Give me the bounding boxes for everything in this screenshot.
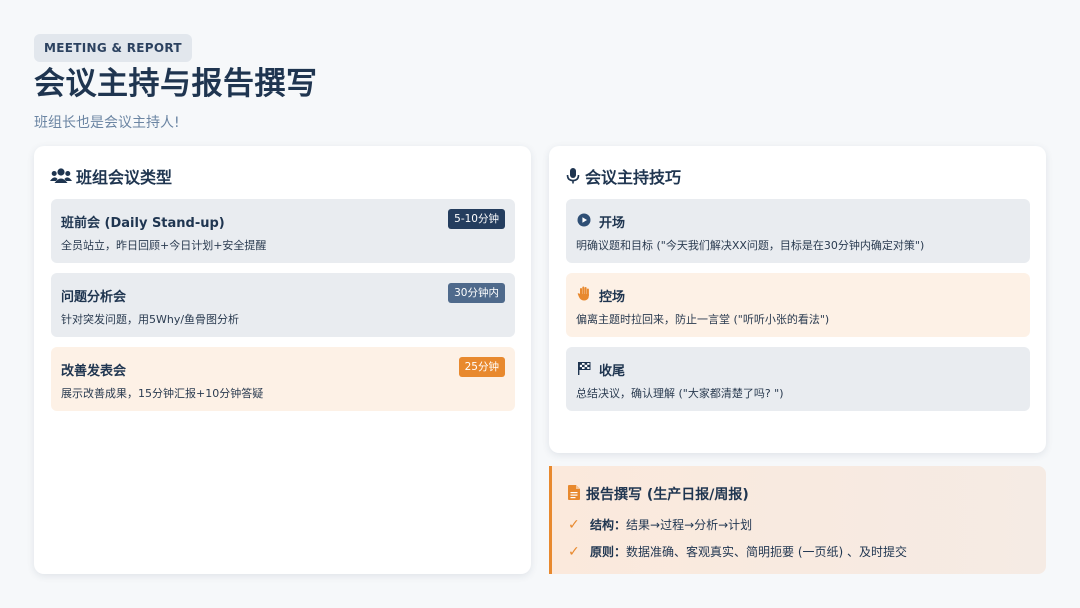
meeting-types-card: 班组会议类型 班前会 (Daily Stand-up) 全员站立，昨日回顾+今日… xyxy=(34,146,531,574)
microphone-icon xyxy=(565,167,581,185)
hosting-skills-card: 会议主持技巧 开场 明确议题和目标 ("今天我们解决XX问题，目标是在30分钟内… xyxy=(549,146,1046,453)
meeting-type-title: 班前会 (Daily Stand-up) xyxy=(61,216,225,231)
skill-title: 控场 xyxy=(577,286,625,305)
skill-desc: 总结决议，确认理解 ("大家都清楚了吗? ") xyxy=(576,387,784,400)
skill-title-text: 控场 xyxy=(599,290,626,305)
skill-desc: 偏离主题时拉回来，防止一言堂 ("听听小张的看法") xyxy=(576,313,830,326)
hosting-skills-heading-text: 会议主持技巧 xyxy=(585,168,682,187)
meeting-type-title: 改善发表会 xyxy=(61,364,127,379)
page-title: 会议主持与报告撰写 xyxy=(34,66,318,102)
skill-title-text: 开场 xyxy=(599,216,626,231)
play-circle-icon xyxy=(577,213,591,231)
report-line-text: 数据准确、客观真实、简明扼要 (一页纸) 、及时提交 xyxy=(626,545,908,559)
duration-badge: 25分钟 xyxy=(458,357,505,377)
hosting-skills-heading: 会议主持技巧 xyxy=(565,164,681,188)
report-heading: 报告撰写 (生产日报/周报) xyxy=(568,484,749,504)
meeting-type-item: 班前会 (Daily Stand-up) 全员站立，昨日回顾+今日计划+安全提醒… xyxy=(51,199,515,263)
skill-title: 开场 xyxy=(577,212,625,231)
meeting-type-desc: 针对突发问题，用5Why/鱼骨图分析 xyxy=(61,313,240,326)
duration-badge: 5-10分钟 xyxy=(448,209,505,229)
hand-icon xyxy=(577,286,591,305)
skill-title: 收尾 xyxy=(577,360,625,379)
users-icon xyxy=(50,167,72,185)
meeting-type-title: 问题分析会 xyxy=(61,290,127,305)
meeting-types-heading-text: 班组会议类型 xyxy=(76,168,173,187)
report-heading-text: 报告撰写 (生产日报/周报) xyxy=(586,487,749,503)
meeting-type-desc: 展示改善成果，15分钟汇报+10分钟答疑 xyxy=(61,387,264,400)
report-line-label: 结构： xyxy=(590,518,627,532)
meeting-type-item: 改善发表会 展示改善成果，15分钟汇报+10分钟答疑 25分钟 xyxy=(51,347,515,411)
skill-item: 收尾 总结决议，确认理解 ("大家都清楚了吗? ") xyxy=(566,347,1030,411)
meeting-types-heading: 班组会议类型 xyxy=(50,164,172,188)
checkered-flag-icon xyxy=(577,361,591,379)
report-line: ✓ 结构： 结果→过程→分析→计划 xyxy=(568,516,752,533)
report-line: ✓ 原则： 数据准确、客观真实、简明扼要 (一页纸) 、及时提交 xyxy=(568,543,907,560)
report-writing-box: 报告撰写 (生产日报/周报) ✓ 结构： 结果→过程→分析→计划 ✓ 原则： 数… xyxy=(549,466,1046,574)
skill-item: 控场 偏离主题时拉回来，防止一言堂 ("听听小张的看法") xyxy=(566,273,1030,337)
check-icon: ✓ xyxy=(568,543,580,560)
meeting-type-desc: 全员站立，昨日回顾+今日计划+安全提醒 xyxy=(61,239,267,252)
page-subtitle: 班组长也是会议主持人! xyxy=(34,115,180,131)
document-icon xyxy=(568,484,580,504)
skill-title-text: 收尾 xyxy=(599,364,626,379)
skill-desc: 明确议题和目标 ("今天我们解决XX问题，目标是在30分钟内确定对策") xyxy=(576,239,925,252)
skill-item: 开场 明确议题和目标 ("今天我们解决XX问题，目标是在30分钟内确定对策") xyxy=(566,199,1030,263)
meeting-type-item: 问题分析会 针对突发问题，用5Why/鱼骨图分析 30分钟内 xyxy=(51,273,515,337)
report-line-label: 原则： xyxy=(590,545,627,559)
check-icon: ✓ xyxy=(568,516,580,533)
duration-badge: 30分钟内 xyxy=(448,283,505,303)
report-line-text: 结果→过程→分析→计划 xyxy=(626,518,753,532)
